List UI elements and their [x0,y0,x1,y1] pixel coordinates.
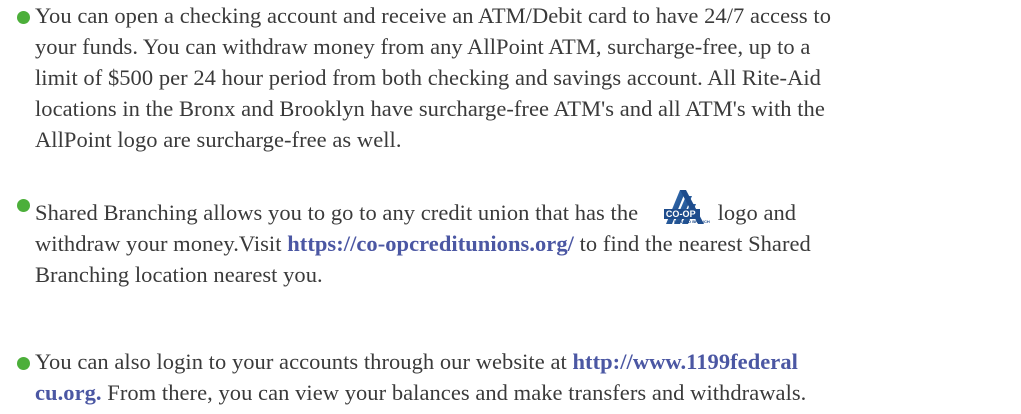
bullet-dot [17,11,30,24]
text-segment: withdraw your money.Visit [35,231,288,256]
text-line: limit of $500 per 24 hour period from bo… [35,65,821,90]
list-item-text: You can also login to your accounts thro… [35,346,1015,408]
list-item-text: Shared Branching allows you to go to any… [35,188,1015,290]
co-op-credit-unions-link[interactable]: https://co-opcreditunions.org/ [287,231,574,256]
logo-subtext: SHARED BRANCH [673,219,710,224]
text-line: You can also login to your accounts thro… [35,346,1015,377]
text-line: Branching location nearest you. [35,262,323,287]
co-op-shared-branching-logo: CO-OP SHARED BRANCH [646,188,710,226]
text-segment: Shared Branching allows you to go to any… [35,200,639,225]
logo-text: CO-OP [664,209,697,219]
text-segment: to find the nearest Shared [573,231,811,256]
text-segment: You can also login to your accounts thro… [35,349,573,374]
text-line: You can open a checking account and rece… [35,3,832,28]
text-line: AllPoint logo are surcharge-free as well… [35,127,402,152]
website-link[interactable]: http://www.1199federal [572,349,797,374]
bullet-dot [17,357,30,370]
list-item-text: You can open a checking account and rece… [35,0,1015,155]
text-line: cu.org. From there, you can view your ba… [35,377,1015,408]
text-line: Shared Branching allows you to go to any… [35,188,1015,228]
text-segment: logo and [717,200,797,225]
text-line: locations in the Bronx and Brooklyn have… [35,96,825,121]
text-line: withdraw your money.Visit https://co-opc… [35,228,1015,259]
bullet-dot [17,199,30,212]
text-line: your funds. You can withdraw money from … [35,34,811,59]
website-link-continued[interactable]: cu.org. [35,380,102,405]
text-segment: From there, you can view your balances a… [101,380,807,405]
